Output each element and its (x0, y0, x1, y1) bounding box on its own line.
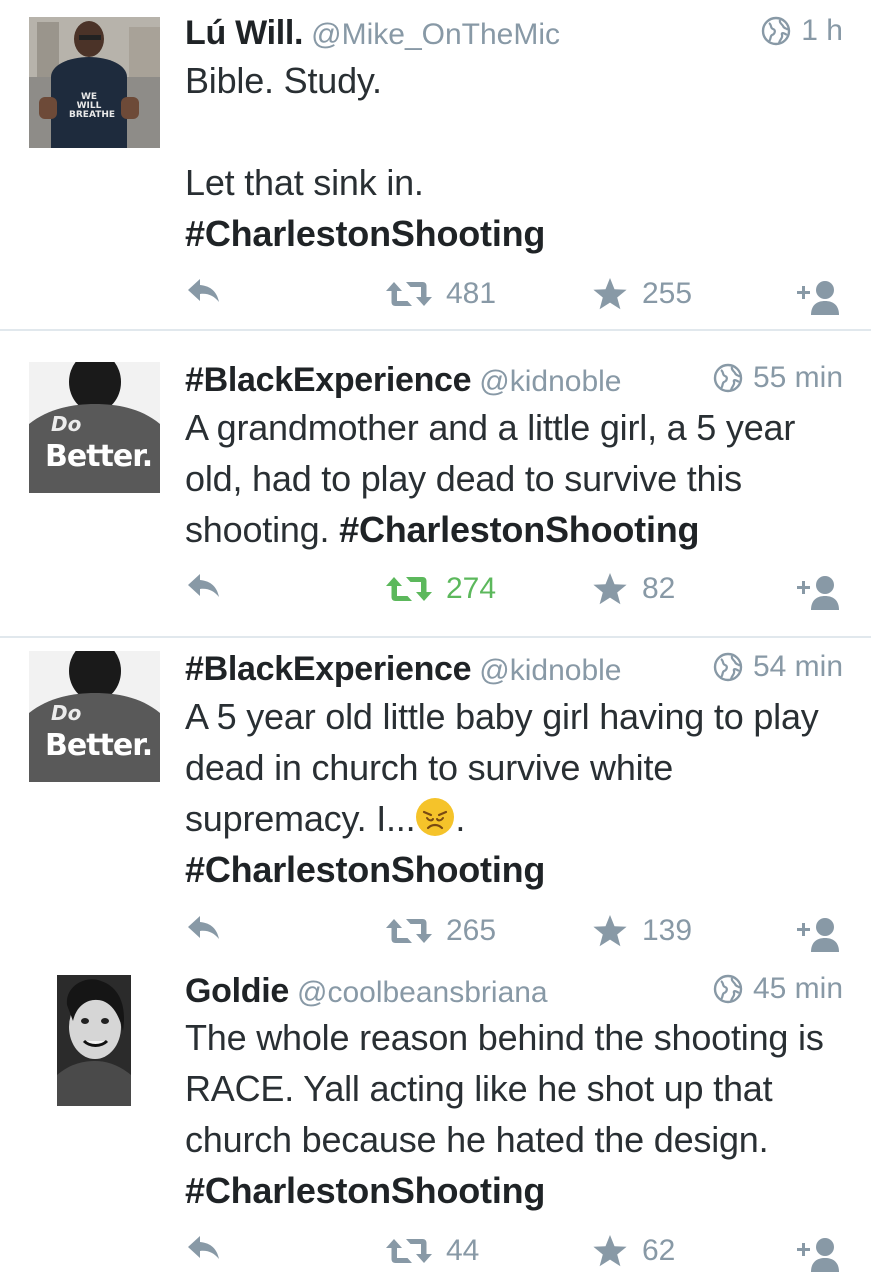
follow-button[interactable] (793, 1234, 841, 1274)
tweet-actions: 481 255 (0, 277, 871, 317)
tweet-actions: 274 82 (0, 572, 871, 612)
tweet[interactable]: Do Better. #BlackExperience @kidnoble 55 … (0, 331, 871, 637)
retweet-icon (386, 917, 432, 945)
retweet-count: 44 (446, 1234, 480, 1267)
avatar[interactable]: WE WILL BREATHE (29, 17, 160, 148)
star-icon (592, 572, 628, 606)
favorite-button[interactable]: 255 (592, 277, 692, 311)
reply-icon (186, 914, 222, 942)
user-handle[interactable]: @kidnoble (479, 654, 621, 687)
tweet-text: A 5 year old little baby girl having to … (185, 696, 829, 890)
favorite-count: 139 (642, 914, 693, 947)
favorite-count: 82 (642, 572, 676, 605)
timestamp[interactable]: 54 min (713, 650, 843, 684)
reply-icon (186, 277, 222, 305)
display-name[interactable]: Lú Will. (185, 14, 303, 52)
avatar-shirt-text: WE WILL BREATHE (69, 92, 116, 120)
star-icon (592, 914, 628, 948)
avatar[interactable]: Do Better. (29, 651, 160, 782)
tweet-actions: 265 139 (0, 914, 871, 954)
retweet-count: 265 (446, 914, 497, 947)
tweet-text: Bible. Study. Let that sink in. #Charles… (185, 60, 546, 254)
star-icon (592, 277, 628, 311)
user-handle[interactable]: @Mike_OnTheMic (311, 18, 560, 51)
retweet-count: 274 (446, 572, 497, 605)
retweet-button[interactable]: 481 (386, 277, 496, 311)
tweet[interactable]: Goldie @coolbeansbriana 45 min The whole … (0, 960, 871, 1280)
favorite-button[interactable]: 62 (592, 1234, 675, 1268)
globe-icon (713, 974, 743, 1004)
disappointed-face-emoji (416, 798, 455, 836)
hashtag-link[interactable]: #CharlestonShooting (185, 213, 545, 254)
follow-icon (793, 914, 841, 954)
favorite-button[interactable]: 82 (592, 572, 675, 606)
follow-button[interactable] (793, 277, 841, 317)
reply-icon (186, 1234, 222, 1262)
globe-icon (713, 652, 743, 682)
retweet-button[interactable]: 274 (386, 572, 496, 606)
display-name[interactable]: Goldie (185, 972, 289, 1010)
follow-button[interactable] (793, 572, 841, 612)
tweet-header: Goldie @coolbeansbriana 45 min (185, 972, 843, 1016)
display-name[interactable]: #BlackExperience (185, 361, 472, 399)
follow-icon (793, 277, 841, 317)
follow-icon (793, 572, 841, 612)
user-handle[interactable]: @coolbeansbriana (297, 976, 548, 1009)
retweet-icon (386, 280, 432, 308)
tweet-text: A grandmother and a little girl, a 5 yea… (185, 407, 805, 550)
globe-icon (761, 16, 791, 46)
tweet-header: #BlackExperience @kidnoble 54 min (185, 650, 843, 694)
tweet-text: The whole reason behind the shooting is … (185, 1017, 834, 1211)
hashtag-link[interactable]: #CharlestonShooting (339, 509, 699, 550)
globe-icon (713, 363, 743, 393)
favorite-count: 255 (642, 277, 693, 310)
reply-button[interactable] (186, 277, 222, 305)
retweet-button[interactable]: 44 (386, 1234, 479, 1268)
display-name[interactable]: #BlackExperience (185, 650, 472, 688)
timestamp[interactable]: 55 min (713, 361, 843, 395)
tweet[interactable]: Do Better. #BlackExperience @kidnoble 54 … (0, 638, 871, 960)
retweet-icon (386, 1237, 432, 1265)
avatar-shirt-text: Do Better. (45, 701, 153, 763)
favorite-button[interactable]: 139 (592, 914, 692, 948)
favorite-count: 62 (642, 1234, 676, 1267)
follow-icon (793, 1234, 841, 1274)
reply-button[interactable] (186, 914, 222, 942)
avatar-shirt-text: Do Better. (45, 412, 153, 474)
retweet-count: 481 (446, 277, 497, 310)
avatar[interactable]: Do Better. (29, 362, 160, 493)
tweet[interactable]: WE WILL BREATHE Lú Will. @Mike_OnTheMic 1… (0, 0, 871, 330)
tweet-header: Lú Will. @Mike_OnTheMic 1 h (185, 14, 843, 58)
reply-icon (186, 572, 222, 600)
follow-button[interactable] (793, 914, 841, 954)
star-icon (592, 1234, 628, 1268)
tweet-header: #BlackExperience @kidnoble 55 min (185, 361, 843, 405)
retweet-icon (386, 575, 432, 603)
hashtag-link[interactable]: #CharlestonShooting (185, 1170, 545, 1211)
timestamp[interactable]: 1 h (761, 14, 843, 48)
timestamp[interactable]: 45 min (713, 972, 843, 1006)
reply-button[interactable] (186, 572, 222, 600)
avatar[interactable] (57, 975, 131, 1106)
hashtag-link[interactable]: #CharlestonShooting (185, 849, 545, 890)
user-handle[interactable]: @kidnoble (479, 365, 621, 398)
tweet-actions: 44 62 (0, 1234, 871, 1274)
retweet-button[interactable]: 265 (386, 914, 496, 948)
reply-button[interactable] (186, 1234, 222, 1262)
